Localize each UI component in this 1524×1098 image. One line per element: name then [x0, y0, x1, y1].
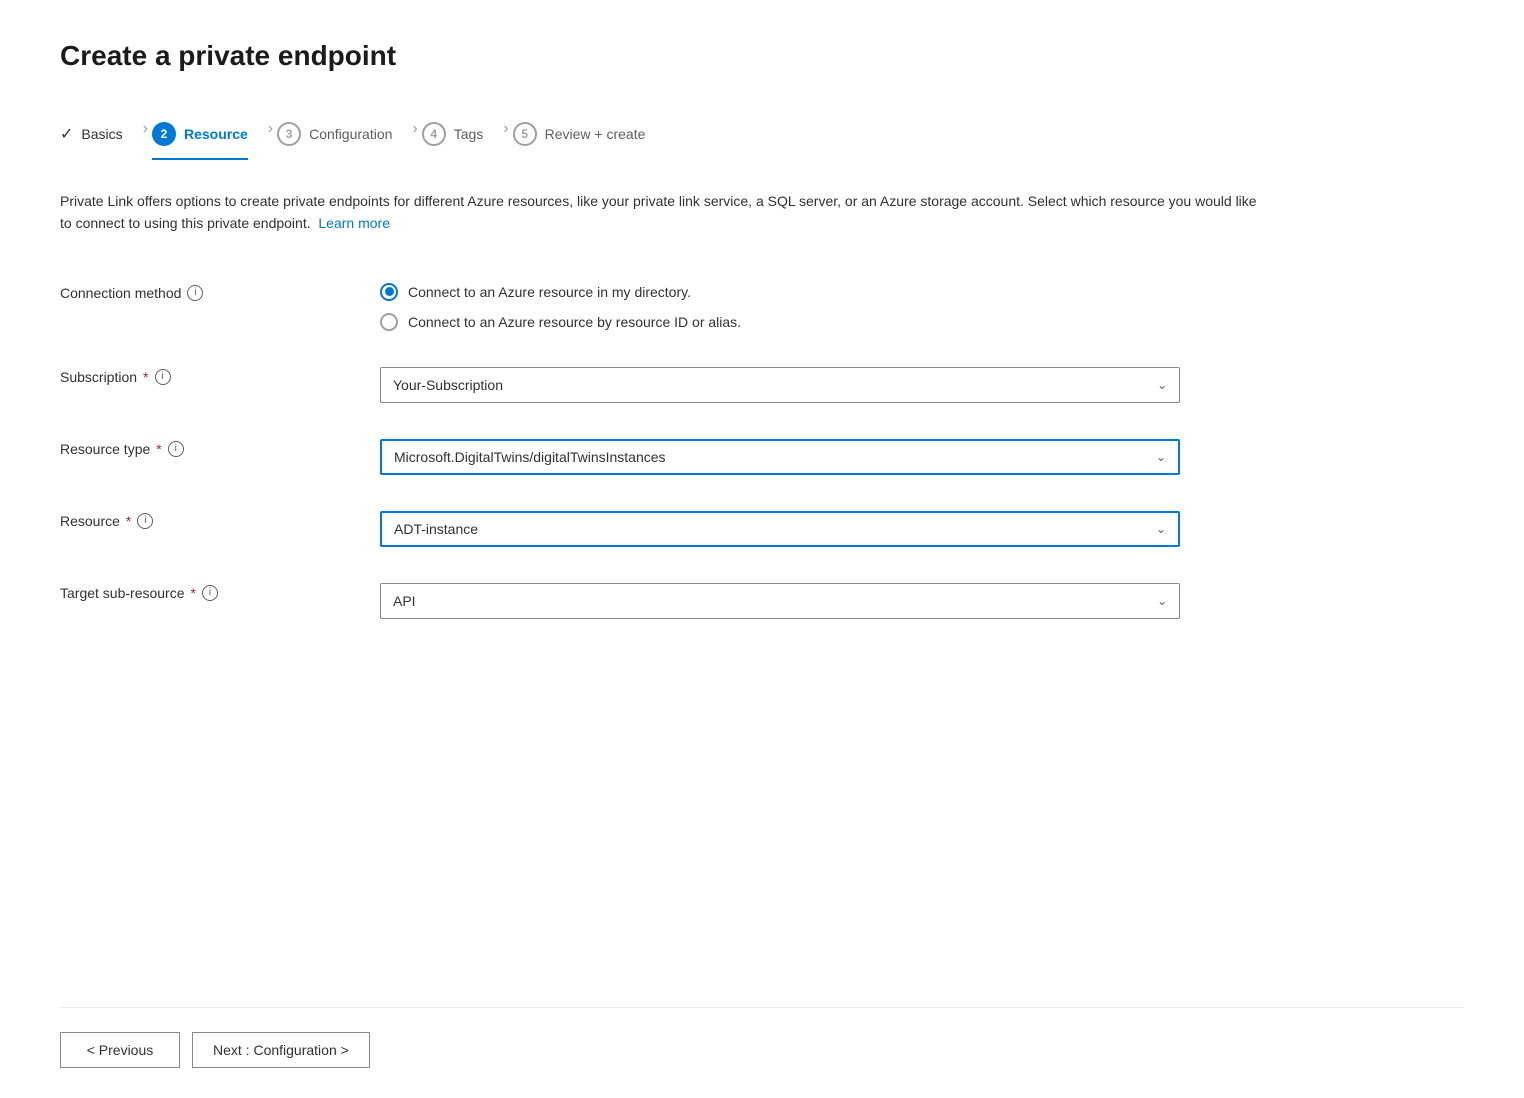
- subscription-row: Subscription * i Your-Subscription ⌄: [60, 349, 1260, 421]
- tab-configuration-label: Configuration: [309, 126, 392, 142]
- separator-4: ›: [503, 120, 508, 138]
- subscription-value: Your-Subscription: [393, 377, 503, 393]
- tab-tags-label: Tags: [454, 126, 484, 142]
- previous-button[interactable]: < Previous: [60, 1032, 180, 1068]
- subscription-control: Your-Subscription ⌄: [380, 367, 1180, 403]
- form-section: Connection method i Connect to an Azure …: [60, 265, 1260, 637]
- resource-type-dropdown[interactable]: Microsoft.DigitalTwins/digitalTwinsInsta…: [380, 439, 1180, 475]
- subscription-label: Subscription * i: [60, 367, 340, 385]
- subscription-required: *: [143, 369, 148, 385]
- resource-type-chevron-icon: ⌄: [1156, 450, 1166, 464]
- target-sub-resource-chevron-icon: ⌄: [1157, 594, 1167, 608]
- tab-resource[interactable]: 2 Resource: [152, 112, 268, 160]
- resource-info-icon[interactable]: i: [137, 513, 153, 529]
- subscription-dropdown[interactable]: Your-Subscription ⌄: [380, 367, 1180, 403]
- description-text: Private Link offers options to create pr…: [60, 190, 1260, 235]
- footer: < Previous Next : Configuration >: [60, 1008, 1464, 1098]
- resource-row: Resource * i ADT-instance ⌄: [60, 493, 1260, 565]
- target-sub-resource-dropdown[interactable]: API ⌄: [380, 583, 1180, 619]
- learn-more-link[interactable]: Learn more: [318, 215, 390, 231]
- tab-tags[interactable]: 4 Tags: [422, 112, 504, 160]
- radio-directory[interactable]: Connect to an Azure resource in my direc…: [380, 283, 1180, 301]
- resource-required: *: [126, 513, 131, 529]
- separator-1: ›: [143, 120, 148, 138]
- page-container: Create a private endpoint ✓ Basics › 2 R…: [0, 0, 1524, 1098]
- target-sub-resource-label: Target sub-resource * i: [60, 583, 340, 601]
- radio-directory-label: Connect to an Azure resource in my direc…: [408, 284, 691, 300]
- target-sub-resource-info-icon[interactable]: i: [202, 585, 218, 601]
- wizard-tabs: ✓ Basics › 2 Resource › 3 Configuration …: [60, 112, 1464, 160]
- connection-method-control: Connect to an Azure resource in my direc…: [380, 283, 1180, 331]
- check-icon: ✓: [60, 124, 73, 144]
- subscription-chevron-icon: ⌄: [1157, 378, 1167, 392]
- tab-review-create[interactable]: 5 Review + create: [513, 112, 666, 160]
- radio-resource-id[interactable]: Connect to an Azure resource by resource…: [380, 313, 1180, 331]
- resource-type-required: *: [156, 441, 161, 457]
- target-sub-resource-control: API ⌄: [380, 583, 1180, 619]
- radio-directory-input[interactable]: [380, 283, 398, 301]
- next-button[interactable]: Next : Configuration >: [192, 1032, 370, 1068]
- resource-label: Resource * i: [60, 511, 340, 529]
- resource-type-label: Resource type * i: [60, 439, 340, 457]
- resource-control: ADT-instance ⌄: [380, 511, 1180, 547]
- resource-dropdown[interactable]: ADT-instance ⌄: [380, 511, 1180, 547]
- radio-resource-id-label: Connect to an Azure resource by resource…: [408, 314, 741, 330]
- target-sub-resource-row: Target sub-resource * i API ⌄: [60, 565, 1260, 637]
- target-sub-resource-value: API: [393, 593, 416, 609]
- tab-tags-circle: 4: [422, 122, 446, 146]
- resource-type-info-icon[interactable]: i: [168, 441, 184, 457]
- connection-method-row: Connection method i Connect to an Azure …: [60, 265, 1260, 349]
- tab-configuration[interactable]: 3 Configuration: [277, 112, 412, 160]
- content-area: Private Link offers options to create pr…: [60, 190, 1464, 1098]
- tab-basics[interactable]: ✓ Basics: [60, 114, 143, 158]
- resource-value: ADT-instance: [394, 521, 478, 537]
- subscription-info-icon[interactable]: i: [155, 369, 171, 385]
- tab-configuration-circle: 3: [277, 122, 301, 146]
- connection-method-info-icon[interactable]: i: [187, 285, 203, 301]
- resource-type-control: Microsoft.DigitalTwins/digitalTwinsInsta…: [380, 439, 1180, 475]
- target-sub-resource-required: *: [191, 585, 196, 601]
- tab-basics-label: Basics: [81, 126, 122, 142]
- page-title: Create a private endpoint: [60, 40, 1464, 72]
- tab-resource-circle: 2: [152, 122, 176, 146]
- separator-3: ›: [412, 120, 417, 138]
- tab-resource-label: Resource: [184, 126, 248, 142]
- tab-review-create-label: Review + create: [545, 126, 646, 142]
- resource-type-value: Microsoft.DigitalTwins/digitalTwinsInsta…: [394, 449, 666, 465]
- connection-method-label: Connection method i: [60, 283, 340, 301]
- resource-type-row: Resource type * i Microsoft.DigitalTwins…: [60, 421, 1260, 493]
- tab-review-create-circle: 5: [513, 122, 537, 146]
- separator-2: ›: [268, 120, 273, 138]
- resource-chevron-icon: ⌄: [1156, 522, 1166, 536]
- radio-resource-id-input[interactable]: [380, 313, 398, 331]
